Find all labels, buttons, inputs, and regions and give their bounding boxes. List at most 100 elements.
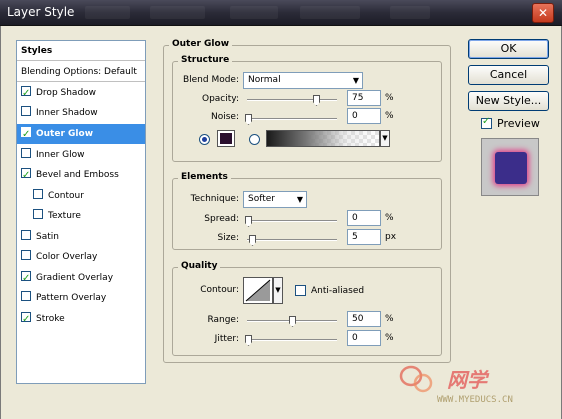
- preview-label: Preview: [497, 117, 540, 130]
- radio-dot: [202, 137, 207, 142]
- technique-value: Softer: [248, 194, 275, 204]
- inner-shadow-checkbox[interactable]: [21, 106, 31, 116]
- range-unit: %: [385, 314, 394, 324]
- title-bar-ghost: [85, 6, 130, 19]
- jitter-slider-thumb[interactable]: [245, 335, 252, 346]
- technique-label: Technique:: [190, 194, 239, 204]
- style-item-label: Stroke: [36, 314, 65, 324]
- cancel-button[interactable]: Cancel: [468, 65, 549, 85]
- style-item-outer-glow[interactable]: Outer Glow: [17, 124, 145, 145]
- inner-glow-checkbox[interactable]: [21, 148, 31, 158]
- elements-group: Elements Technique: Softer ▼ Spread: 0 %…: [172, 172, 442, 250]
- style-item-contour[interactable]: Contour: [17, 186, 145, 206]
- style-item-texture[interactable]: Texture: [17, 206, 145, 226]
- range-label: Range:: [207, 315, 239, 325]
- structure-title: Structure: [178, 55, 233, 65]
- spread-label: Spread:: [204, 214, 239, 224]
- anti-aliased-checkbox[interactable]: [295, 285, 306, 296]
- chevron-down-icon: ▼: [382, 134, 388, 142]
- pattern-overlay-checkbox[interactable]: [21, 291, 31, 301]
- jitter-unit: %: [385, 333, 394, 343]
- opacity-slider-thumb[interactable]: [313, 95, 320, 106]
- title-bar-ghost: [300, 6, 360, 19]
- title-bar-ghost: [390, 6, 430, 19]
- style-item-satin[interactable]: Satin: [17, 227, 145, 247]
- noise-slider-thumb[interactable]: [245, 114, 252, 125]
- style-item-label: Bevel and Emboss: [36, 170, 119, 180]
- chevron-down-icon: ▼: [296, 195, 303, 204]
- jitter-slider-track[interactable]: [247, 339, 337, 341]
- glow-color-swatch[interactable]: [217, 130, 235, 147]
- spread-slider-track[interactable]: [247, 220, 337, 222]
- contour-dropdown-button[interactable]: ▼: [273, 277, 283, 304]
- noise-slider-track[interactable]: [247, 118, 337, 120]
- style-item-label: Inner Shadow: [36, 108, 98, 118]
- chevron-down-icon: ▼: [275, 286, 281, 294]
- styles-list: Styles Blending Options: Default Drop Sh…: [16, 40, 146, 384]
- style-item-label: Color Overlay: [36, 252, 98, 262]
- gradient-overlay-checkbox[interactable]: [21, 269, 31, 289]
- style-item-stroke[interactable]: Stroke: [17, 309, 145, 330]
- title-bar-ghost: [230, 6, 278, 19]
- spread-unit: %: [385, 213, 394, 223]
- drop-shadow-checkbox[interactable]: [21, 84, 31, 104]
- range-slider-thumb[interactable]: [289, 316, 296, 327]
- style-item-label: Inner Glow: [36, 150, 85, 160]
- spread-slider-thumb[interactable]: [245, 216, 252, 227]
- style-item-color-overlay[interactable]: Color Overlay: [17, 247, 145, 267]
- size-label: Size:: [217, 233, 239, 243]
- opacity-slider-track[interactable]: [247, 99, 337, 101]
- chevron-down-icon: ▼: [352, 76, 359, 85]
- technique-select[interactable]: Softer ▼: [243, 191, 307, 208]
- style-item-label: Satin: [36, 232, 59, 242]
- size-slider-track[interactable]: [247, 239, 337, 241]
- contour-checkbox[interactable]: [33, 189, 43, 199]
- blending-options-item[interactable]: Blending Options: Default: [17, 62, 145, 82]
- style-item-gradient-overlay[interactable]: Gradient Overlay: [17, 268, 145, 289]
- style-item-pattern-overlay[interactable]: Pattern Overlay: [17, 288, 145, 308]
- gradient-dropdown-button[interactable]: ▼: [380, 130, 390, 147]
- outer-glow-title: Outer Glow: [169, 39, 233, 49]
- quality-title: Quality: [178, 261, 221, 271]
- title-bar[interactable]: Layer Style ✕: [0, 0, 562, 26]
- style-item-inner-glow[interactable]: Inner Glow: [17, 145, 145, 165]
- glow-gradient-swatch[interactable]: [266, 130, 380, 147]
- layer-style-dialog: Styles Blending Options: Default Drop Sh…: [0, 26, 562, 419]
- stroke-checkbox[interactable]: [21, 310, 31, 330]
- opacity-input[interactable]: 75: [347, 90, 381, 106]
- bevel-and-emboss-checkbox[interactable]: [21, 166, 31, 186]
- jitter-input[interactable]: 0: [347, 330, 381, 346]
- ok-button[interactable]: OK: [468, 39, 549, 59]
- texture-checkbox[interactable]: [33, 209, 43, 219]
- gradient-radio[interactable]: [249, 134, 260, 145]
- style-item-bevel-and-emboss[interactable]: Bevel and Emboss: [17, 165, 145, 186]
- window-title: Layer Style: [7, 5, 75, 19]
- range-input[interactable]: 50: [347, 311, 381, 327]
- elements-title: Elements: [178, 172, 231, 182]
- svg-text:网学: 网学: [447, 368, 490, 392]
- noise-input[interactable]: 0: [347, 108, 381, 124]
- size-slider-thumb[interactable]: [249, 235, 256, 246]
- outer-glow-checkbox[interactable]: [21, 125, 31, 145]
- style-item-inner-shadow[interactable]: Inner Shadow: [17, 103, 145, 123]
- satin-checkbox[interactable]: [21, 230, 31, 240]
- contour-preview[interactable]: [243, 277, 273, 304]
- size-input[interactable]: 5: [347, 229, 381, 245]
- style-preview-box: [481, 138, 539, 196]
- close-icon: ✕: [537, 6, 549, 20]
- watermark-url: WWW.MYEDUCS.CN: [437, 395, 513, 405]
- spread-input[interactable]: 0: [347, 210, 381, 226]
- opacity-label: Opacity:: [202, 94, 239, 104]
- color-overlay-checkbox[interactable]: [21, 250, 31, 260]
- style-item-drop-shadow[interactable]: Drop Shadow: [17, 83, 145, 104]
- blend-mode-select[interactable]: Normal ▼: [243, 72, 363, 89]
- jitter-label: Jitter:: [214, 334, 239, 344]
- structure-group: Structure Blend Mode: Normal ▼ Opacity: …: [172, 55, 442, 162]
- solid-color-radio[interactable]: [199, 134, 210, 145]
- blend-mode-label: Blend Mode:: [182, 75, 239, 85]
- style-item-label: Gradient Overlay: [36, 273, 114, 283]
- styles-header[interactable]: Styles: [17, 41, 145, 61]
- preview-checkbox[interactable]: [481, 116, 492, 129]
- close-button[interactable]: ✕: [532, 3, 554, 23]
- new-style-button[interactable]: New Style...: [468, 91, 549, 111]
